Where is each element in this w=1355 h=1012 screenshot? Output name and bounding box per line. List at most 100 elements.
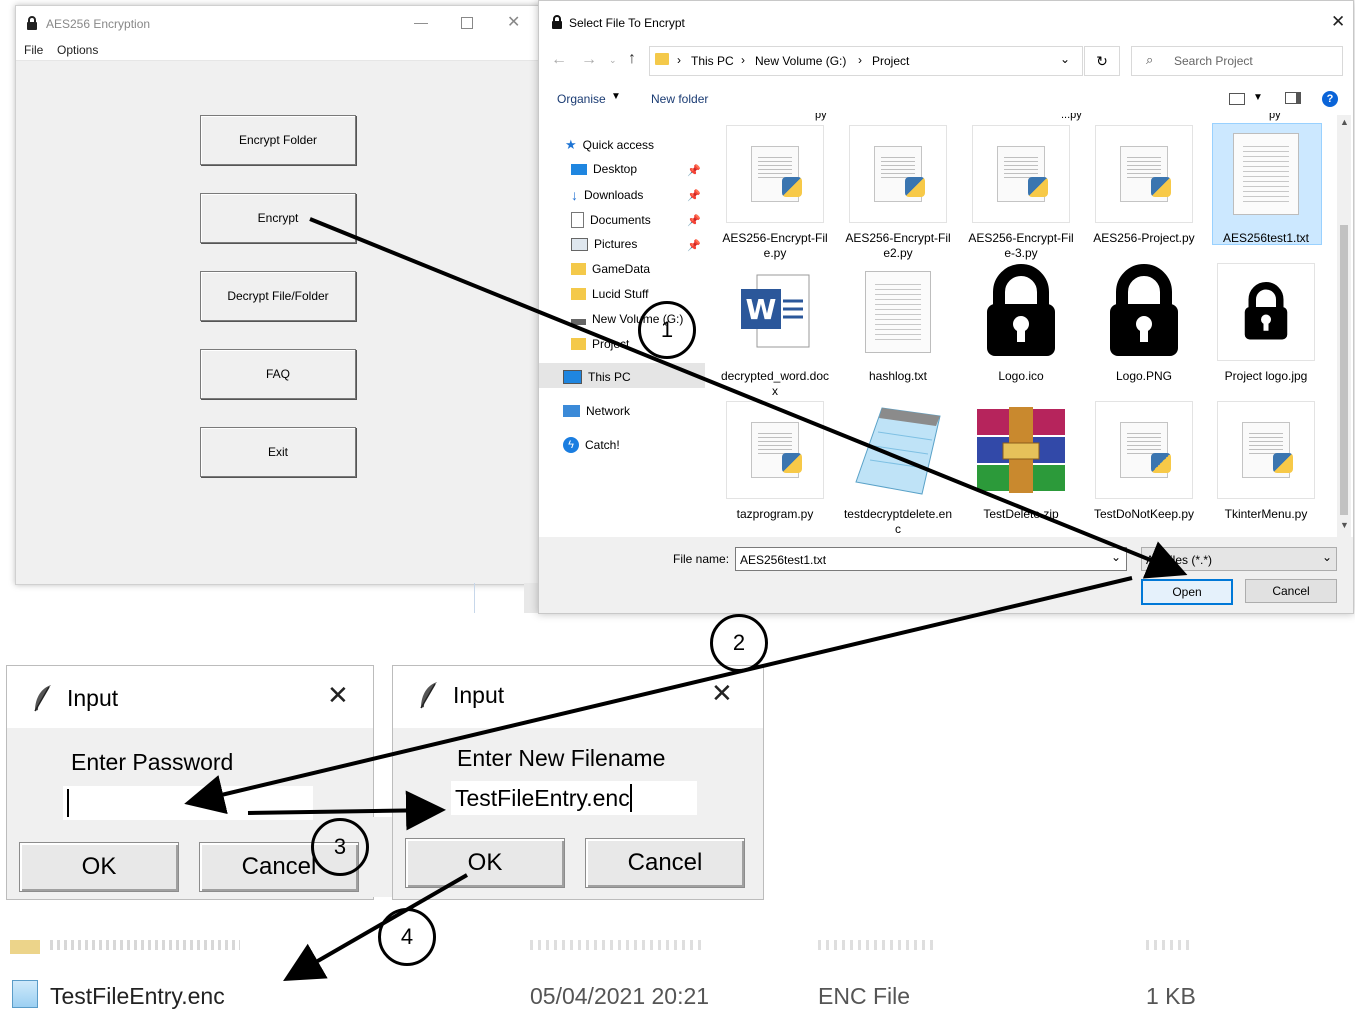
maximize-icon[interactable] xyxy=(461,17,473,29)
dialog-close-icon[interactable]: ✕ xyxy=(1331,12,1345,32)
file-item[interactable]: TestDelete.zip xyxy=(965,401,1077,537)
view-chevron-icon[interactable]: ▼ xyxy=(1253,92,1263,103)
python-file-icon xyxy=(751,146,802,202)
text-file-icon xyxy=(1233,133,1299,215)
filename-input-field[interactable]: TestFileEntry.enc xyxy=(451,781,697,815)
help-icon[interactable]: ? xyxy=(1322,91,1338,107)
address-bar[interactable]: › This PC › New Volume (G:) › Project ⌄ xyxy=(649,46,1083,76)
lock-image-icon xyxy=(1110,264,1178,356)
lock-icon xyxy=(551,15,563,32)
file-item[interactable]: W decrypted_word.docx xyxy=(719,263,831,423)
filename-dialog-close-icon[interactable]: ✕ xyxy=(711,678,733,709)
main-window-title: AES256 Encryption xyxy=(46,17,151,31)
svg-text:W: W xyxy=(746,293,777,326)
file-item[interactable]: AES256-Encrypt-File2.py xyxy=(842,125,954,285)
folder-icon xyxy=(571,263,586,275)
address-dropdown-icon[interactable]: ⌄ xyxy=(1060,52,1070,66)
faq-button[interactable]: FAQ xyxy=(200,349,356,399)
file-item[interactable]: TestDoNotKeep.py xyxy=(1088,401,1200,537)
file-type-select[interactable]: All Files (*.*) ⌄ xyxy=(1141,547,1337,571)
filename-ok-button[interactable]: OK xyxy=(405,838,565,888)
decrypt-button[interactable]: Decrypt File/Folder xyxy=(200,271,356,321)
recent-chevron-icon[interactable]: ⌄ xyxy=(609,55,617,66)
filename-cancel-button[interactable]: Cancel xyxy=(585,838,745,888)
password-dialog-close-icon[interactable]: ✕ xyxy=(327,680,349,711)
dialog-footer: File name: AES256test1.txt ⌄ All Files (… xyxy=(539,537,1353,613)
python-file-icon xyxy=(1242,422,1293,478)
nav-this-pc[interactable]: This PC xyxy=(563,370,631,384)
exit-button[interactable]: Exit xyxy=(200,427,356,477)
back-arrow-icon[interactable]: ← xyxy=(551,51,567,69)
search-icon: ⌕ xyxy=(1146,52,1154,67)
filename-dialog: Input ✕ Enter New Filename TestFileEntry… xyxy=(392,665,764,900)
breadcrumb-separator: › xyxy=(677,53,681,67)
file-item[interactable]: Logo.PNG xyxy=(1088,263,1200,423)
feather-icon xyxy=(420,682,437,709)
refresh-button[interactable]: ↻ xyxy=(1084,46,1120,76)
minimize-icon[interactable]: — xyxy=(414,14,428,30)
nav-catch[interactable]: ϟ Catch! xyxy=(563,437,620,453)
password-ok-button[interactable]: OK xyxy=(19,842,179,892)
view-icon[interactable] xyxy=(1229,93,1245,105)
file-item[interactable]: AES256-Encrypt-File-3.py xyxy=(965,125,1077,285)
file-item[interactable]: AES256-Project.py xyxy=(1088,125,1200,285)
nav-quick-access[interactable]: ★ Quick access xyxy=(565,137,654,153)
hidden-row-label: py xyxy=(1269,113,1281,121)
password-input[interactable] xyxy=(63,786,313,820)
encrypt-button[interactable]: Encrypt xyxy=(200,193,356,243)
file-item[interactable]: testdecryptdelete.enc xyxy=(842,401,954,537)
pictures-icon xyxy=(571,237,588,251)
file-dialog-title: Select File To Encrypt xyxy=(569,16,685,30)
python-file-icon xyxy=(751,422,802,478)
main-window: AES256 Encryption — ✕ File Options Encry… xyxy=(15,5,540,585)
scroll-thumb[interactable] xyxy=(1340,225,1348,515)
nav-downloads[interactable]: ↓ Downloads xyxy=(571,187,643,203)
pin-icon: 📌 xyxy=(687,190,701,202)
explorer-file-name: TestFileEntry.enc xyxy=(50,983,225,1009)
file-item[interactable]: Project logo.jpg xyxy=(1210,263,1322,423)
file-item[interactable]: tazprogram.py xyxy=(719,401,831,537)
menu-options[interactable]: Options xyxy=(57,43,98,57)
nav-lucid-stuff[interactable]: Lucid Stuff xyxy=(571,287,648,301)
encrypt-folder-button[interactable]: Encrypt Folder xyxy=(200,115,356,165)
filename-dropdown-icon[interactable]: ⌄ xyxy=(1111,550,1121,564)
scroll-down-icon[interactable]: ▼ xyxy=(1340,520,1349,530)
breadcrumb-project[interactable]: Project xyxy=(872,54,909,68)
explorer-row-cut xyxy=(0,940,1355,962)
notepad-icon xyxy=(855,407,941,495)
file-item[interactable]: hashlog.txt xyxy=(842,263,954,423)
up-arrow-icon[interactable]: ↑ xyxy=(628,50,636,68)
forward-arrow-icon[interactable]: → xyxy=(581,51,597,69)
file-item[interactable]: Logo.ico xyxy=(965,263,1077,423)
scroll-up-icon[interactable]: ▲ xyxy=(1340,117,1349,127)
open-button[interactable]: Open xyxy=(1141,579,1233,605)
breadcrumb-this-pc[interactable]: This PC xyxy=(691,54,734,68)
file-grid-scrollbar[interactable]: ▲ ▼ xyxy=(1337,115,1351,537)
folder-icon xyxy=(571,288,586,300)
nav-network[interactable]: Network xyxy=(563,404,630,418)
organise-menu[interactable]: Organise xyxy=(557,92,606,106)
enc-file-icon xyxy=(12,980,38,1008)
search-box[interactable]: ⌕ Search Project xyxy=(1131,46,1343,76)
file-item[interactable]: AES256-Encrypt-File.py xyxy=(719,125,831,285)
preview-pane-icon[interactable] xyxy=(1285,92,1301,104)
explorer-list: TestFileEntry.enc 05/04/2021 20:21 ENC F… xyxy=(0,940,1355,1012)
menu-file[interactable]: File xyxy=(24,43,43,57)
nav-documents[interactable]: Documents xyxy=(571,212,651,228)
nav-desktop[interactable]: Desktop xyxy=(571,162,637,176)
explorer-file-date: 05/04/2021 20:21 xyxy=(530,983,710,1009)
text-file-icon xyxy=(865,271,931,353)
close-icon[interactable]: ✕ xyxy=(507,12,520,32)
filename-dialog-titlebar: Input ✕ xyxy=(393,666,763,728)
nav-pictures[interactable]: Pictures xyxy=(571,237,637,251)
hidden-row-label: ...py xyxy=(1061,113,1082,121)
cancel-button[interactable]: Cancel xyxy=(1245,579,1337,603)
filename-input[interactable]: AES256test1.txt ⌄ xyxy=(735,547,1127,571)
file-item[interactable]: TkinterMenu.py xyxy=(1210,401,1322,537)
breadcrumb-new-volume[interactable]: New Volume (G:) xyxy=(755,54,846,68)
nav-gamedata[interactable]: GameData xyxy=(571,262,650,276)
file-item-selected[interactable]: AES256test1.txt xyxy=(1210,125,1322,285)
explorer-row[interactable]: TestFileEntry.enc 05/04/2021 20:21 ENC F… xyxy=(0,978,1355,1012)
nav-project[interactable]: Project xyxy=(571,337,629,351)
new-folder-button[interactable]: New folder xyxy=(651,92,708,106)
